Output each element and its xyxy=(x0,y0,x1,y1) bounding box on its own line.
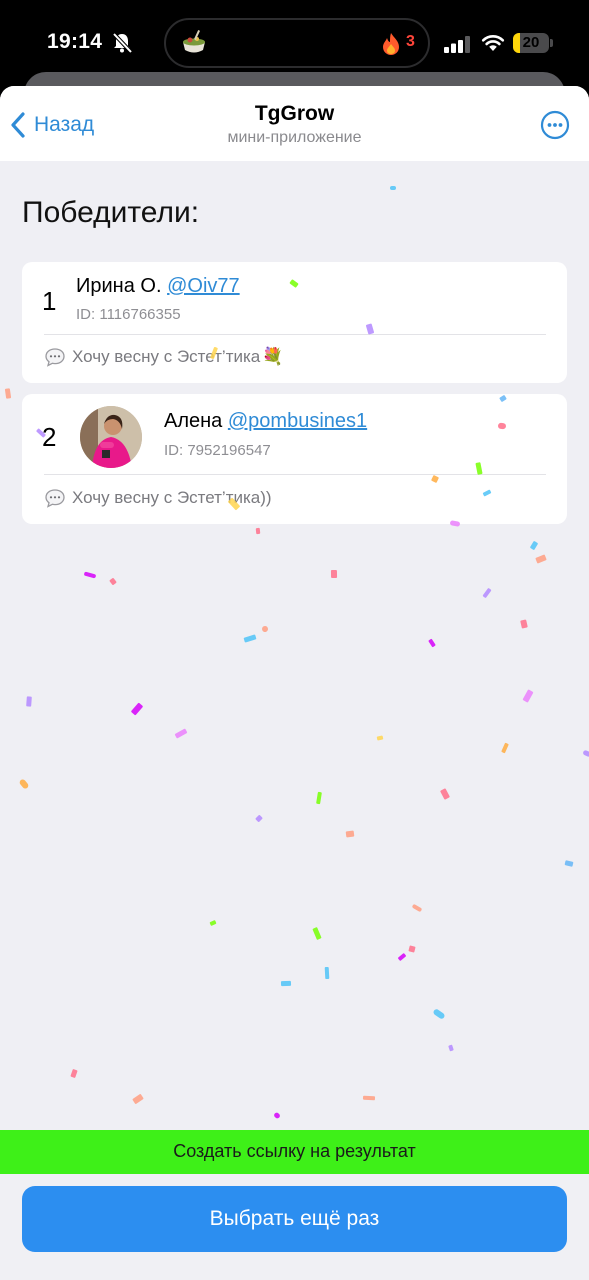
app-bowl-icon xyxy=(183,30,205,53)
confetti-piece xyxy=(345,830,355,838)
winner-card: 2 Алена @pombusines1 ID: 7952196547 Хочу… xyxy=(22,394,567,524)
winner-comment-text: Хочу весну с Эстет’тика xyxy=(72,347,261,366)
confetti-piece xyxy=(274,1112,280,1119)
confetti-piece xyxy=(109,578,117,585)
signal-icon xyxy=(444,36,470,53)
winner-card: 1 Ирина О. @Oiv77 ID: 1116766355 Хочу ве… xyxy=(22,262,567,383)
confetti-piece xyxy=(19,779,29,789)
divider xyxy=(44,474,546,475)
divider xyxy=(44,334,546,335)
notification-count: 3 xyxy=(406,33,415,50)
confetti-piece xyxy=(583,750,589,757)
confetti-piece xyxy=(174,728,188,739)
winner-comment: Хочу весну с Эстет’тика)) xyxy=(44,488,272,508)
confetti-piece xyxy=(255,815,263,822)
confetti-piece xyxy=(522,689,534,703)
confetti-piece xyxy=(132,1094,144,1104)
confetti-piece xyxy=(316,791,322,805)
confetti-piece xyxy=(4,388,12,399)
mini-app-sheet: Назад TgGrow мини-приложение Победители:… xyxy=(0,86,589,1280)
confetti-piece xyxy=(209,920,217,926)
section-title: Победители: xyxy=(22,196,200,229)
confetti-piece xyxy=(390,186,396,190)
wifi-icon xyxy=(481,35,505,51)
content: Победители: 1 Ирина О. @Oiv77 ID: 111676… xyxy=(0,161,589,1280)
app-title: TgGrow xyxy=(254,102,335,125)
speech-bubble-icon xyxy=(45,348,65,367)
status-time: 19:14 xyxy=(47,30,103,53)
winner-username-link[interactable]: @Oiv77 xyxy=(167,275,240,297)
confetti-piece xyxy=(408,945,416,953)
winner-id: ID: 7952196547 xyxy=(164,442,271,459)
confetti-piece xyxy=(84,571,96,579)
flower-bouquet-icon: 💐 xyxy=(262,347,284,366)
app-subtitle: мини-приложение xyxy=(227,129,362,146)
dynamic-island[interactable]: 3 xyxy=(164,18,430,68)
winner-comment-text: Хочу весну с Эстет’тика)) xyxy=(72,488,272,507)
winner-name-line: Ирина О. @Oiv77 xyxy=(76,275,240,298)
confetti-piece xyxy=(131,702,143,716)
confetti-piece xyxy=(448,1044,454,1052)
battery-level: 20 xyxy=(522,34,540,51)
confetti-piece xyxy=(376,735,384,741)
confetti-piece xyxy=(330,569,338,579)
winner-username-link[interactable]: @pombusines1 xyxy=(228,410,367,432)
confetti-piece xyxy=(440,788,450,800)
confetti-piece xyxy=(70,1069,78,1078)
confetti-piece xyxy=(564,860,574,867)
confetti-piece xyxy=(535,554,547,564)
battery-icon: 20 xyxy=(513,33,549,53)
confetti-piece xyxy=(243,634,257,643)
confetti-piece xyxy=(362,1095,376,1101)
confetti-piece xyxy=(324,966,330,980)
more-icon[interactable] xyxy=(540,110,570,140)
nav-bar: Назад TgGrow мини-приложение xyxy=(0,86,589,161)
pick-again-button[interactable]: Выбрать ещё раз xyxy=(22,1186,567,1252)
confetti-piece xyxy=(255,527,261,535)
confetti-piece xyxy=(412,904,422,912)
avatar-photo xyxy=(80,406,142,468)
flame-icon xyxy=(383,33,399,55)
confetti-piece xyxy=(280,980,292,987)
create-result-link-label: Создать ссылку на результат xyxy=(173,1141,416,1161)
winner-place: 2 xyxy=(42,422,57,452)
battery-tip xyxy=(550,39,553,47)
winner-place: 1 xyxy=(42,286,57,316)
confetti-piece xyxy=(433,1009,445,1019)
confetti-piece xyxy=(262,626,268,632)
confetti-piece xyxy=(26,696,32,707)
bell-slash-icon xyxy=(112,32,133,54)
create-result-link-button[interactable]: Создать ссылку на результат xyxy=(0,1130,589,1174)
confetti-piece xyxy=(530,541,538,550)
winner-name: Алена xyxy=(164,410,223,432)
confetti-piece xyxy=(482,588,492,598)
confetti-piece xyxy=(312,927,322,940)
winner-id: ID: 1116766355 xyxy=(76,306,181,323)
bottom-area: Выбрать ещё раз xyxy=(0,1174,589,1280)
confetti-piece xyxy=(520,619,528,629)
winner-name-line: Алена @pombusines1 xyxy=(164,410,367,433)
avatar xyxy=(80,406,142,468)
confetti-piece xyxy=(398,953,406,961)
winner-comment: Хочу весну с Эстет’тика 💐 xyxy=(44,347,283,367)
winner-name: Ирина О. xyxy=(76,275,162,297)
speech-bubble-icon xyxy=(45,489,65,508)
confetti-piece xyxy=(501,742,509,754)
confetti-piece xyxy=(428,638,436,648)
